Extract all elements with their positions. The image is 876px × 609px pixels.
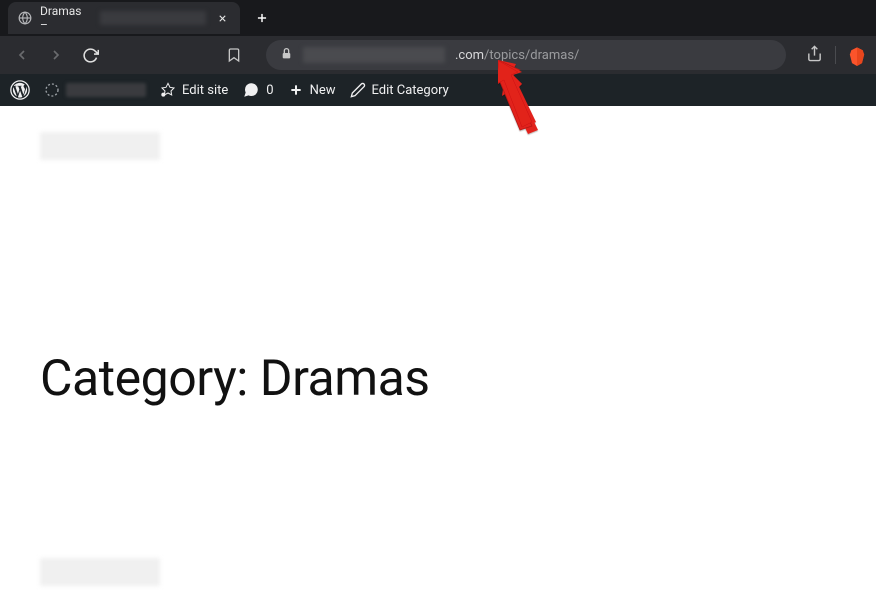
wp-comments[interactable]: 0	[242, 81, 273, 99]
category-heading: Category: Dramas	[40, 350, 836, 408]
wp-logo-button[interactable]	[10, 80, 30, 100]
content-redacted-bottom	[40, 558, 160, 586]
wp-new-label: New	[310, 83, 336, 98]
bookmark-button[interactable]	[222, 43, 246, 67]
browser-toolbar: .com/topics/dramas/	[0, 36, 876, 74]
share-button[interactable]	[806, 45, 823, 66]
tab-strip: Dramas –	[0, 0, 876, 36]
tab-title-redacted	[100, 11, 207, 25]
wp-new[interactable]: New	[288, 82, 336, 98]
url-text: .com/topics/dramas/	[455, 48, 579, 63]
brave-logo-icon[interactable]	[848, 46, 866, 64]
new-tab-button[interactable]	[248, 4, 276, 32]
wp-site-name[interactable]	[44, 82, 146, 98]
tab-title-prefix: Dramas –	[40, 4, 92, 32]
wp-edit-site-label: Edit site	[182, 83, 228, 98]
browser-chrome: Dramas –	[0, 0, 876, 74]
lock-icon	[280, 47, 293, 64]
browser-tab[interactable]: Dramas –	[8, 2, 240, 34]
close-tab-button[interactable]	[214, 10, 230, 26]
toolbar-divider	[835, 46, 836, 64]
wp-comments-count: 0	[266, 83, 273, 98]
wordpress-admin-bar: Edit site 0 New Edit Category	[0, 74, 876, 106]
url-domain-redacted	[303, 47, 445, 63]
wp-edit-site[interactable]: Edit site	[160, 82, 228, 98]
reload-button[interactable]	[78, 43, 102, 67]
wp-edit-category-label: Edit Category	[372, 83, 449, 98]
page-content: Category: Dramas	[0, 106, 876, 609]
wp-site-name-redacted	[66, 83, 146, 97]
forward-button[interactable]	[44, 43, 68, 67]
toolbar-right-actions	[806, 45, 866, 66]
wp-edit-category[interactable]: Edit Category	[350, 82, 449, 98]
back-button[interactable]	[10, 43, 34, 67]
address-bar[interactable]: .com/topics/dramas/	[266, 40, 786, 70]
content-redacted-top	[40, 132, 160, 160]
globe-icon	[18, 11, 32, 25]
